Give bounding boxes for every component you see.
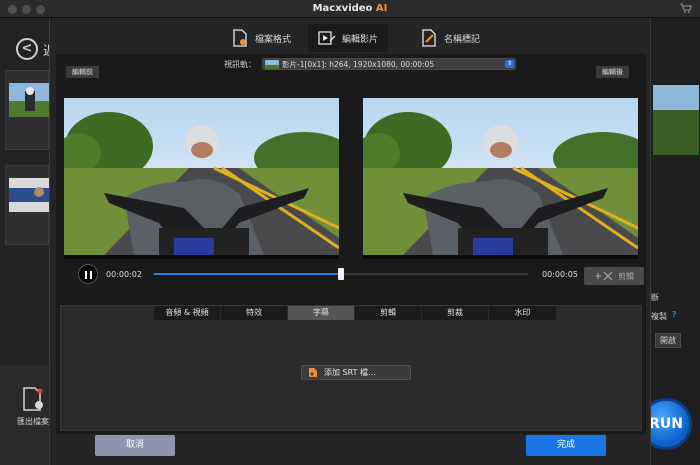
tab-edit-video[interactable]: 編輯影片 (308, 24, 389, 52)
edit-options-panel: 音頻 & 視頻 特效 字幕 剪輯 剪裁 水印 添加 SRT 檔... (60, 305, 642, 431)
dialog-tab-bar: 檔案格式 編輯影片 名稱標記 (50, 18, 652, 54)
right-panel-text: 複製 (651, 312, 667, 321)
tab-file-format[interactable]: 檔案格式 (221, 24, 301, 52)
tab-audio-video[interactable]: 音頻 & 視頻 (154, 306, 221, 320)
video-track-row: 視訊軌： 影片-1[0x1]: h264, 1920x1080, 00:00:0… (224, 57, 516, 71)
video-list-item[interactable] (5, 165, 50, 245)
add-subtitle-file-icon (309, 368, 317, 377)
before-edit-label: 編輯前 (66, 66, 99, 78)
progress-fill (154, 273, 341, 275)
after-edit-label: 編輯後 (596, 66, 629, 78)
edit-options-tabs: 音頻 & 視頻 特效 字幕 剪輯 剪裁 水印 (154, 306, 556, 320)
total-time: 00:00:05 (542, 270, 578, 279)
export-file-icon (23, 387, 43, 411)
tab-watermark[interactable]: 水印 (489, 306, 556, 320)
current-time: 00:00:02 (106, 270, 142, 279)
back-button[interactable]: < (16, 38, 38, 60)
video-thumbnail (9, 178, 50, 212)
export-format-panel[interactable] (0, 365, 49, 465)
edit-video-icon (318, 31, 336, 45)
add-srt-label: 添加 SRT 檔... (324, 368, 376, 377)
video-track-label: 視訊軌： (224, 59, 256, 69)
playback-progress-slider[interactable] (154, 268, 528, 280)
chevron-updown-icon: ⇕ (505, 60, 514, 68)
tab-label: 名稱標記 (444, 34, 481, 45)
tab-name-tag[interactable]: 名稱標記 (410, 24, 490, 52)
before-video-bottom-bar (64, 255, 339, 259)
help-link[interactable]: ? (672, 310, 677, 319)
right-panel-text: 斷 (651, 293, 659, 302)
tab-trim[interactable]: 剪輯 (355, 306, 422, 320)
cut-button[interactable]: 剪輯 (584, 267, 644, 285)
after-video-bottom-bar (363, 255, 638, 259)
done-button[interactable]: 完成 (526, 435, 606, 456)
app-title: Macxvideo AI (312, 3, 388, 14)
edit-video-dialog: 檔案格式 編輯影片 名稱標記 視訊軌： 影片-1[0x1]: h264, 192… (49, 18, 651, 465)
cancel-button[interactable]: 取消 (95, 435, 175, 456)
tab-crop[interactable]: 剪裁 (422, 306, 489, 320)
video-track-value: 影片-1[0x1]: h264, 1920x1080, 00:00:05 (282, 59, 435, 69)
name-tag-icon (422, 29, 436, 47)
window-titlebar: Macxvideo AI (0, 0, 700, 18)
track-thumbnail (265, 59, 279, 69)
before-video-preview (64, 98, 339, 255)
cut-button-label: 剪輯 (618, 271, 634, 281)
preview-edge-image (653, 85, 699, 155)
video-list-item[interactable] (5, 70, 50, 150)
progress-handle[interactable] (338, 268, 344, 280)
pause-icon (85, 271, 87, 279)
scissors-icon (596, 271, 613, 281)
add-srt-button[interactable]: 添加 SRT 檔... (301, 365, 411, 380)
open-folder-button[interactable]: 開啟 (655, 333, 681, 348)
cart-icon[interactable] (680, 3, 692, 13)
tab-label: 編輯影片 (342, 34, 379, 45)
tab-subtitles[interactable]: 字幕 (288, 306, 355, 320)
video-thumbnail (9, 83, 50, 117)
video-track-select[interactable]: 影片-1[0x1]: h264, 1920x1080, 00:00:05 ⇕ (262, 58, 516, 70)
after-video-preview (363, 98, 638, 255)
tab-label: 檔案格式 (255, 34, 292, 45)
edit-video-content: 視訊軌： 影片-1[0x1]: h264, 1920x1080, 00:00:0… (56, 54, 646, 434)
pause-icon (90, 271, 92, 279)
pause-button[interactable] (78, 264, 98, 284)
tab-effects[interactable]: 特效 (221, 306, 288, 320)
file-format-icon (233, 29, 247, 47)
